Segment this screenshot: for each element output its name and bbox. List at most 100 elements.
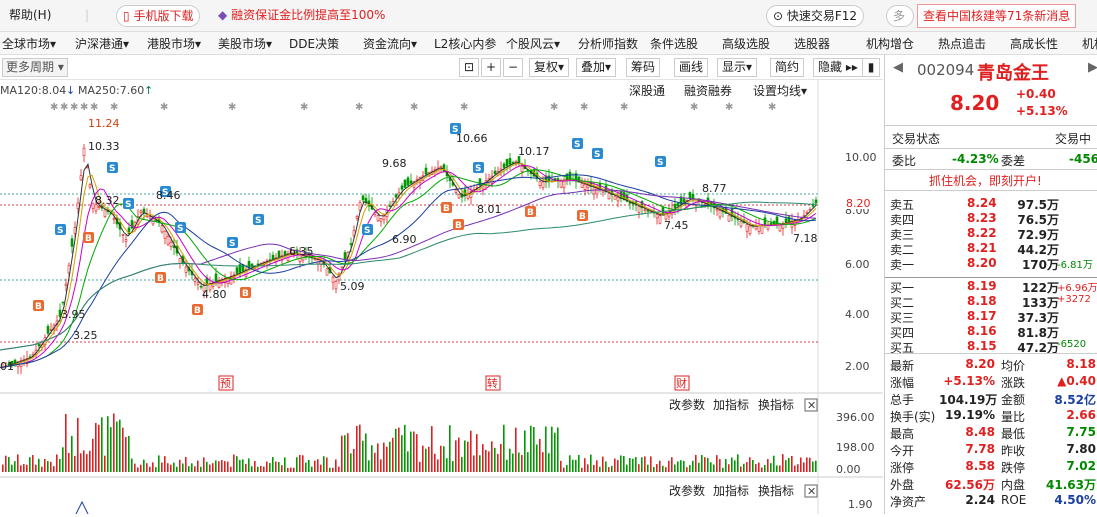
info-star-icon[interactable]: ✱ xyxy=(50,102,58,113)
close-icon[interactable]: ✕ xyxy=(807,485,816,498)
menu-item[interactable]: 热点追击 xyxy=(938,35,986,52)
menu-item[interactable]: 高成长性 xyxy=(1010,35,1058,52)
margin-news-link[interactable]: ◆ 融资保证金比例提高至100% xyxy=(218,5,385,25)
volume-bar xyxy=(725,459,727,472)
help-menu[interactable]: 帮助(H) xyxy=(9,5,51,25)
volume-bar xyxy=(653,467,655,472)
info-star-icon[interactable]: ✱ xyxy=(620,102,628,113)
info-star-icon[interactable]: ✱ xyxy=(80,102,88,113)
kline-chart[interactable]: MA120:8.04 ↓ MA250:7.60 ↑ 深股通 融资融券 设置均线▾… xyxy=(0,80,883,515)
quick-trade-button[interactable]: ⊙ 快速交易F12 xyxy=(766,5,865,27)
menu-item[interactable]: 港股市场▾ xyxy=(147,35,201,52)
chips-button[interactable]: 筹码 xyxy=(626,58,661,77)
vol-change-param[interactable]: 改参数 xyxy=(669,397,705,412)
info-star-icon[interactable]: ✱ xyxy=(355,102,363,113)
menu-item[interactable]: 分析师指数 xyxy=(578,35,638,52)
menu-item[interactable]: 条件选股 xyxy=(650,35,698,52)
margin-trading-link[interactable]: 融资融券 xyxy=(684,83,732,98)
menu-item[interactable]: 资金流向▾ xyxy=(363,35,417,52)
candle-body xyxy=(376,215,380,222)
info-star-icon[interactable]: ✱ xyxy=(60,102,68,113)
menu-item[interactable]: 美股市场▾ xyxy=(218,35,272,52)
menu-item[interactable]: 高级选股 xyxy=(722,35,770,52)
candle-body xyxy=(214,273,218,282)
menu-item[interactable]: 机构 xyxy=(1082,35,1097,52)
event-marker-yu[interactable]: 预 xyxy=(220,377,231,390)
volume-bar xyxy=(44,458,46,472)
vol-axis-top: 396.00 xyxy=(836,411,875,424)
volume-bar xyxy=(638,464,640,472)
simple-mode-button[interactable]: 简约 xyxy=(770,58,805,77)
sell-icon: S xyxy=(364,226,370,236)
hide-button[interactable]: 隐藏 ▸▸ xyxy=(813,58,863,77)
info-star-icon[interactable]: ✱ xyxy=(580,102,588,113)
menu-item[interactable]: 个股风云▾ xyxy=(506,35,560,52)
menu-item[interactable]: 选股器 xyxy=(794,35,830,52)
volume-bar xyxy=(362,440,364,472)
vol-swap-indicator[interactable]: 换指标 xyxy=(758,397,794,412)
divider xyxy=(885,148,1097,149)
info-star-icon[interactable]: ✱ xyxy=(690,102,698,113)
candle-body xyxy=(613,195,617,200)
ask-row[interactable]: 卖一 8.20 170万 -6.81万 xyxy=(885,256,1097,273)
volume-bar xyxy=(74,455,76,472)
ind-swap-indicator[interactable]: 换指标 xyxy=(758,483,794,498)
volume-bar xyxy=(554,432,556,472)
ind-change-param[interactable]: 改参数 xyxy=(669,483,705,498)
info-star-icon[interactable]: ✱ xyxy=(768,102,776,113)
promo-bar[interactable]: 抓住机会，即刻开户! xyxy=(885,169,1097,191)
info-star-icon[interactable]: ✱ xyxy=(228,102,236,113)
stat-value: ▲0.40 xyxy=(1057,374,1096,388)
set-ma-dropdown[interactable]: 设置均线▾ xyxy=(753,84,807,98)
volume-bar xyxy=(212,463,214,472)
kline-chart-area[interactable]: MA120:8.04 ↓ MA250:7.60 ↑ 深股通 融资融券 设置均线▾… xyxy=(0,80,883,515)
vol-add-indicator[interactable]: 加指标 xyxy=(713,397,749,412)
next-stock-arrow-icon[interactable]: ▶ xyxy=(1088,60,1097,75)
info-star-icon[interactable]: ✱ xyxy=(460,102,468,113)
prev-stock-arrow-icon[interactable]: ◀ xyxy=(893,60,903,75)
candle-body xyxy=(112,218,116,220)
search-input[interactable]: 多 xyxy=(886,5,914,27)
mobile-download-button[interactable]: ▯ 手机版下载 xyxy=(116,5,201,27)
lock-icon[interactable]: ⊡ xyxy=(459,58,479,77)
restore-right-dropdown[interactable]: 复权▾ xyxy=(529,58,570,77)
volume-bar xyxy=(20,465,22,472)
close-icon[interactable]: ✕ xyxy=(807,399,816,412)
promo-label[interactable]: 抓住机会，即刻开户! xyxy=(929,172,1042,189)
info-star-icon[interactable]: ✱ xyxy=(410,102,418,113)
info-star-icon[interactable]: ✱ xyxy=(550,102,558,113)
volume-bar xyxy=(734,460,736,472)
info-star-icon[interactable]: ✱ xyxy=(90,102,98,113)
menu-item[interactable]: 机构增仓 xyxy=(866,35,914,52)
info-star-icon[interactable]: ✱ xyxy=(110,102,118,113)
overlay-dropdown[interactable]: 叠加▾ xyxy=(576,58,617,77)
zoom-in-button[interactable]: + xyxy=(481,58,501,77)
volume-bar xyxy=(215,460,217,472)
menu-item[interactable]: L2核心内参 xyxy=(434,35,496,52)
menu-item[interactable]: DDE决策 xyxy=(289,35,339,52)
volume-bar xyxy=(668,460,670,472)
period-selector[interactable]: 更多周期 ▾ xyxy=(2,58,68,77)
info-star-icon[interactable]: ✱ xyxy=(160,102,168,113)
news-banner[interactable]: 查看中国核建等71条新消息 xyxy=(917,4,1077,28)
menu-item[interactable]: 全球市场▾ xyxy=(2,35,56,52)
deep-hk-link[interactable]: 深股通 xyxy=(629,84,665,98)
info-star-icon[interactable]: ✱ xyxy=(300,102,308,113)
menu-item[interactable]: 沪深港通▾ xyxy=(75,35,129,52)
info-star-icon[interactable]: ✱ xyxy=(725,102,733,113)
display-dropdown[interactable]: 显示▾ xyxy=(717,58,758,77)
volume-bar xyxy=(5,455,7,472)
volume-bar xyxy=(425,448,427,472)
event-marker-zhuan[interactable]: 转 xyxy=(487,376,498,390)
drawline-button[interactable]: 画线 xyxy=(674,58,709,77)
event-marker-fu[interactable]: 财 xyxy=(676,376,687,390)
volume-bar xyxy=(455,440,457,472)
info-star-icon[interactable]: ✱ xyxy=(70,102,78,113)
current-price-axis-label: 8.20 xyxy=(846,197,871,210)
stat-label: 最低 xyxy=(1001,427,1026,441)
zoom-out-button[interactable]: − xyxy=(503,58,523,77)
collapse-panel-button[interactable]: ▮ xyxy=(862,58,880,77)
sell-icon: S xyxy=(229,239,235,249)
ind-add-indicator[interactable]: 加指标 xyxy=(713,483,749,498)
volume-bar xyxy=(767,459,769,472)
